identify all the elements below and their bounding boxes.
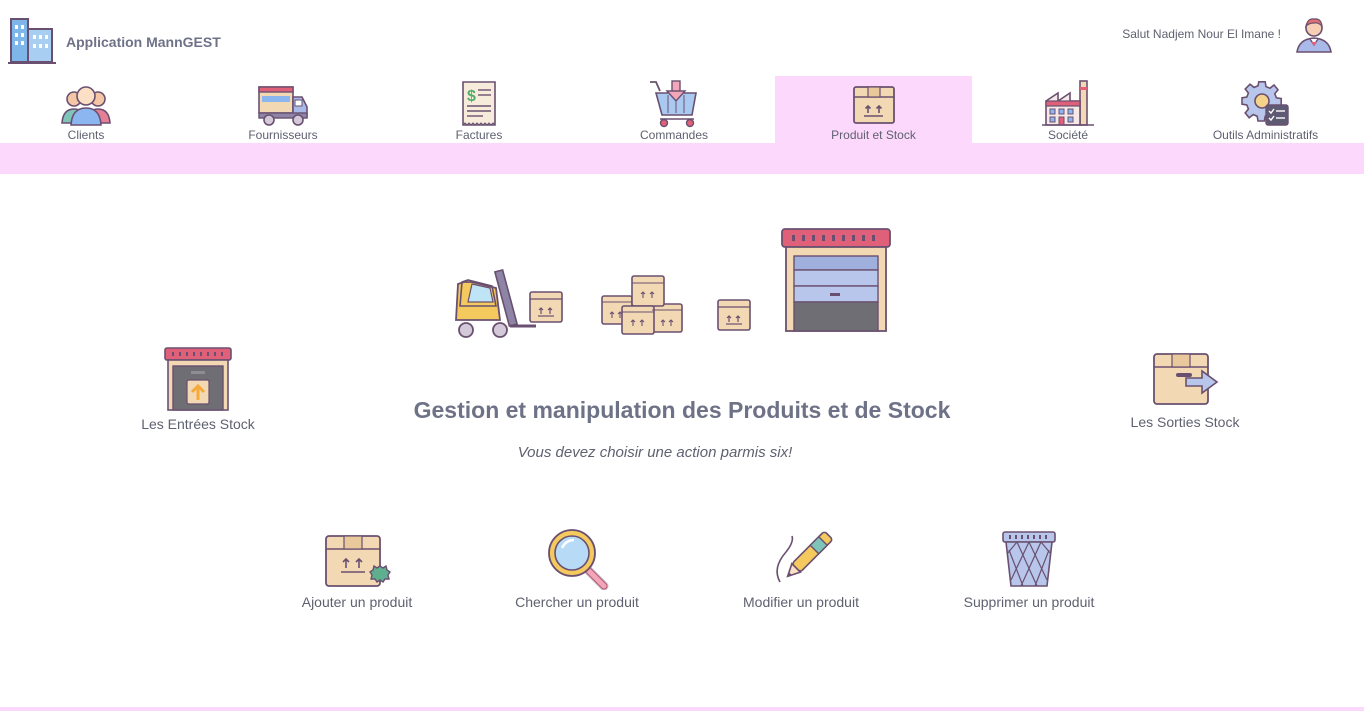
nav-label: Société	[1047, 128, 1089, 142]
nav-label: Fournisseurs	[248, 128, 318, 142]
trash-bin-icon	[1002, 531, 1056, 587]
add-product-box-icon	[325, 535, 391, 587]
delete-product-button[interactable]: Supprimer un produit	[960, 530, 1098, 610]
nav-item-commandes[interactable]: Commandes	[576, 76, 772, 143]
nav-accent-band	[0, 143, 1364, 174]
search-product-label: Chercher un produit	[515, 594, 639, 610]
nav-label: Outils Administratifs	[1212, 128, 1319, 142]
nav-label: Commandes	[639, 128, 709, 142]
edit-product-button[interactable]: Modifier un produit	[734, 528, 868, 610]
page-title: Gestion et manipulation des Produits et …	[413, 397, 951, 423]
settings-gear-icon	[1240, 79, 1292, 129]
nav-item-outils-administratifs[interactable]: Outils Administratifs	[1167, 76, 1364, 143]
users-icon	[60, 79, 112, 129]
pen-edit-icon	[776, 531, 833, 583]
add-product-label: Ajouter un produit	[301, 594, 413, 610]
add-product-button[interactable]: Ajouter un produit	[290, 530, 424, 610]
main-nav: Clients Fournisseurs $ Factures Commande…	[0, 76, 1364, 143]
nav-label: Produit et Stock	[831, 128, 916, 142]
product-box-icon	[848, 79, 900, 129]
footer-accent-line	[0, 707, 1364, 711]
boxes-pile-icon	[601, 275, 683, 335]
app-logo	[8, 17, 56, 65]
nav-label: Factures	[455, 128, 503, 142]
box-icon	[717, 299, 751, 331]
edit-product-label: Modifier un produit	[743, 594, 859, 610]
app-title: Application MannGEST	[66, 34, 221, 50]
shopping-basket-icon	[648, 79, 700, 129]
warehouse-door-icon	[781, 228, 891, 332]
nav-item-fournisseurs[interactable]: Fournisseurs	[185, 76, 381, 143]
delete-product-label: Supprimer un produit	[963, 594, 1095, 610]
nav-item-clients[interactable]: Clients	[0, 76, 184, 143]
svg-text:$: $	[467, 88, 476, 105]
search-icon	[548, 529, 609, 590]
search-product-button[interactable]: Chercher un produit	[510, 526, 644, 610]
forklift-icon	[455, 268, 536, 338]
nav-item-factures[interactable]: $ Factures	[381, 76, 577, 143]
nav-label: Clients	[67, 128, 105, 142]
user-avatar-icon[interactable]	[1294, 14, 1334, 54]
nav-item-produit-stock[interactable]: Produit et Stock	[775, 76, 972, 143]
invoice-icon: $	[453, 79, 505, 129]
box-icon	[529, 291, 563, 323]
user-greeting: Salut Nadjem Nour El Imane !	[1122, 27, 1281, 41]
warehouse-illustration	[450, 226, 900, 338]
truck-icon	[257, 79, 309, 129]
factory-icon	[1042, 79, 1094, 129]
nav-item-societe[interactable]: Société	[970, 76, 1166, 143]
page-subtitle: Vous devez choisir une action parmis six…	[517, 444, 793, 461]
